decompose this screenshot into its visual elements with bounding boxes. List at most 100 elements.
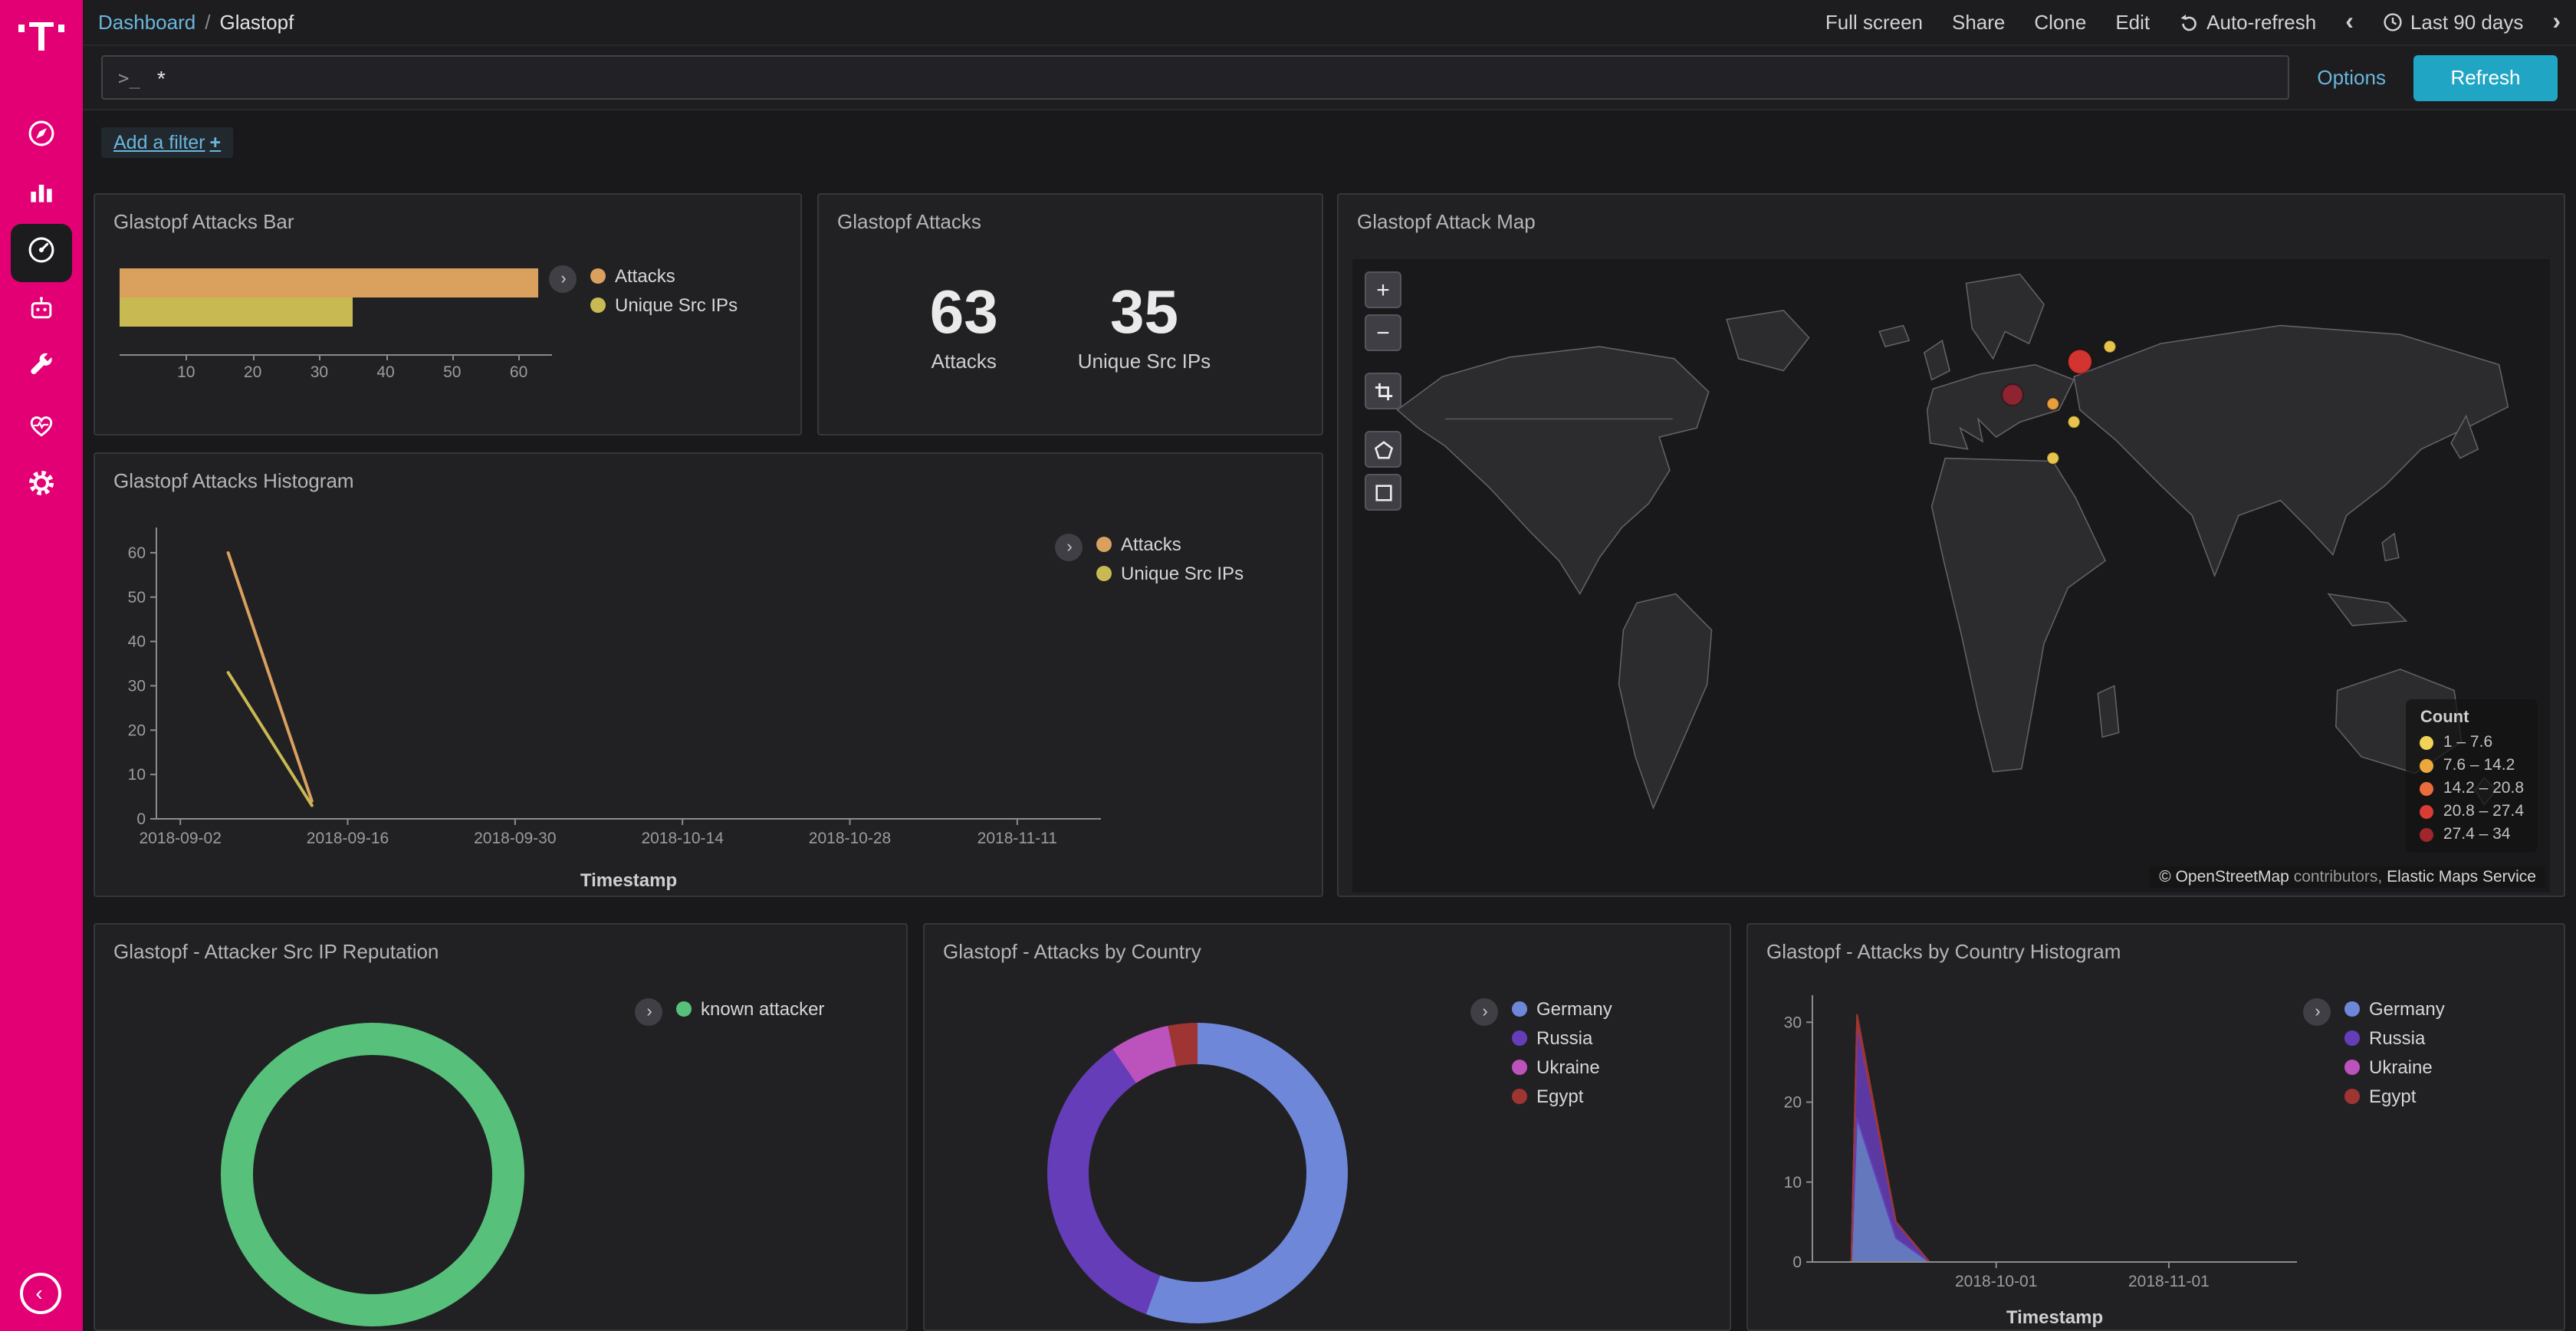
attack-marker[interactable] — [2047, 452, 2059, 465]
svg-text:Timestamp: Timestamp — [2006, 1307, 2103, 1328]
legend-item-germany[interactable]: Germany — [2344, 998, 2445, 1020]
draw-rectangle-button[interactable] — [1365, 474, 1401, 511]
add-filter-link[interactable]: Add a filter+ — [101, 127, 233, 158]
legend-dot — [590, 297, 606, 313]
edit-button[interactable]: Edit — [2115, 11, 2150, 34]
legend: › known attacker — [635, 998, 824, 1027]
legend-toggle-button[interactable]: › — [635, 998, 662, 1026]
metric-label: Attacks — [930, 350, 998, 373]
legend-label: known attacker — [701, 998, 824, 1020]
bar-chart-icon — [26, 176, 57, 214]
elastic-maps-link[interactable]: Elastic Maps Service — [2387, 868, 2536, 886]
svg-text:30: 30 — [1784, 1014, 1802, 1031]
svg-text:10: 10 — [1784, 1174, 1802, 1191]
svg-text:2018-10-28: 2018-10-28 — [809, 830, 891, 847]
legend-toggle-button[interactable]: › — [2303, 998, 2331, 1026]
telekom-logo[interactable]: T — [0, 0, 83, 86]
continents — [1398, 274, 2509, 808]
legend-dot — [1512, 1030, 1527, 1046]
country-histogram-chart[interactable]: 01020302018-10-012018-11-01Timestamp — [1760, 977, 2343, 1329]
sidebar-item-dashboard[interactable] — [11, 224, 72, 282]
legend-toggle-button[interactable]: › — [549, 265, 577, 293]
sidebar-collapse-button[interactable]: ‹ — [20, 1273, 61, 1314]
sidebar-item-timelion[interactable] — [0, 282, 83, 340]
legend-item-germany[interactable]: Germany — [1512, 998, 1612, 1020]
legend-toggle-button[interactable]: › — [1055, 534, 1083, 561]
legend-dot — [1512, 1060, 1527, 1075]
auto-refresh-button[interactable]: Auto-refresh — [2179, 11, 2316, 34]
panel-attacks-bar: Glastopf Attacks Bar 102030405060 › Atta… — [94, 193, 802, 435]
legend-item-egypt[interactable]: Egypt — [1512, 1086, 1612, 1107]
legend-item-russia[interactable]: Russia — [1512, 1027, 1612, 1049]
zoom-in-button[interactable]: + — [1365, 271, 1401, 308]
attack-marker[interactable] — [2047, 398, 2059, 410]
filter-bar: Add a filter+ — [83, 110, 2576, 181]
time-range-picker[interactable]: Last 90 days — [2383, 11, 2523, 34]
axis-tick — [386, 354, 387, 360]
svg-text:2018-11-11: 2018-11-11 — [978, 830, 1057, 847]
search-query-input[interactable]: >_ * — [101, 55, 2289, 100]
zoom-out-button[interactable]: − — [1365, 314, 1401, 351]
legend-item-unique-src-ips[interactable]: Unique Src IPs — [590, 294, 738, 316]
sidebar-item-dev-tools[interactable] — [0, 340, 83, 399]
legend-item-attacks[interactable]: Attacks — [590, 265, 738, 287]
map-attribution: © OpenStreetMap contributors, Elastic Ma… — [2150, 866, 2545, 888]
legend-item-attacks[interactable]: Attacks — [1096, 534, 1244, 555]
legend-range-label: 7.6 – 14.2 — [2443, 756, 2515, 774]
metric-value: 35 — [1078, 279, 1211, 347]
panel-country-histogram: Glastopf - Attacks by Country Histogram … — [1746, 923, 2565, 1331]
legend-dot — [590, 268, 606, 284]
time-prev-button[interactable]: ‹ — [2345, 10, 2354, 35]
full-screen-button[interactable]: Full screen — [1825, 11, 1923, 34]
legend-item-known-attacker[interactable]: known attacker — [676, 998, 824, 1020]
legend-range-label: 20.8 – 27.4 — [2443, 802, 2524, 820]
draw-polygon-button[interactable] — [1365, 431, 1401, 468]
axis-tick — [519, 354, 521, 360]
legend-toggle-button[interactable]: › — [1470, 998, 1498, 1026]
world-map[interactable] — [1352, 259, 2550, 892]
axis-tick — [253, 354, 255, 360]
attacks-bar-chart[interactable] — [120, 268, 552, 327]
svg-text:2018-09-16: 2018-09-16 — [307, 830, 389, 847]
legend-range-label: 1 – 7.6 — [2443, 733, 2492, 751]
sidebar-item-management[interactable] — [0, 457, 83, 515]
legend-label: Russia — [1536, 1027, 1592, 1049]
legend-item-ukraine[interactable]: Ukraine — [1512, 1057, 1612, 1078]
attack-marker[interactable] — [2068, 350, 2091, 373]
share-button[interactable]: Share — [1952, 11, 2005, 34]
panel-attacks-by-country: Glastopf - Attacks by Country › GermanyR… — [923, 923, 1731, 1331]
axis-tick-label: 10 — [177, 363, 195, 382]
legend-item-russia[interactable]: Russia — [2344, 1027, 2445, 1049]
osm-link[interactable]: © OpenStreetMap — [2159, 868, 2289, 886]
legend-range-label: 14.2 – 20.8 — [2443, 779, 2524, 797]
sidebar-item-monitoring[interactable] — [0, 399, 83, 457]
clone-button[interactable]: Clone — [2034, 11, 2086, 34]
attack-marker[interactable] — [2104, 340, 2116, 353]
legend-item-egypt[interactable]: Egypt — [2344, 1086, 2445, 1107]
ip-reputation-donut-chart[interactable] — [221, 1023, 524, 1326]
sidebar-item-visualize[interactable] — [0, 166, 83, 224]
legend-dot — [2420, 735, 2434, 749]
attack-marker[interactable] — [2068, 416, 2080, 429]
breadcrumb-separator: / — [205, 11, 210, 34]
bar-segment-unique-src-ips[interactable] — [120, 297, 353, 327]
attack-map[interactable]: + − Count 1 – 7.67.6 – 14.214.2 – 20.820… — [1352, 259, 2550, 892]
legend: › Germany Russia Ukraine Egypt — [1470, 998, 1612, 1115]
map-legend-item: 7.6 – 14.2 — [2420, 756, 2524, 774]
query-options-link[interactable]: Options — [2317, 66, 2386, 89]
legend-item-ukraine[interactable]: Ukraine — [2344, 1057, 2445, 1078]
svg-text:2018-09-30: 2018-09-30 — [474, 830, 556, 847]
sidebar-item-discover[interactable] — [0, 107, 83, 166]
attack-marker[interactable] — [2002, 384, 2022, 406]
attacks-histogram-chart[interactable]: 01020304050602018-09-022018-09-162018-09… — [110, 506, 1122, 892]
legend-label: Attacks — [1121, 534, 1181, 555]
breadcrumb-dashboard-link[interactable]: Dashboard — [98, 11, 196, 34]
legend-item-unique-src-ips[interactable]: Unique Src IPs — [1096, 563, 1244, 584]
refresh-button[interactable]: Refresh — [2413, 54, 2558, 100]
attacks-by-country-donut-chart[interactable] — [1047, 1023, 1348, 1323]
bar-segment-attacks[interactable] — [120, 268, 539, 297]
fit-bounds-button[interactable] — [1365, 373, 1401, 409]
axis-tick — [452, 354, 454, 360]
time-next-button[interactable]: › — [2552, 10, 2561, 35]
axis-tick-label: 30 — [310, 363, 328, 382]
